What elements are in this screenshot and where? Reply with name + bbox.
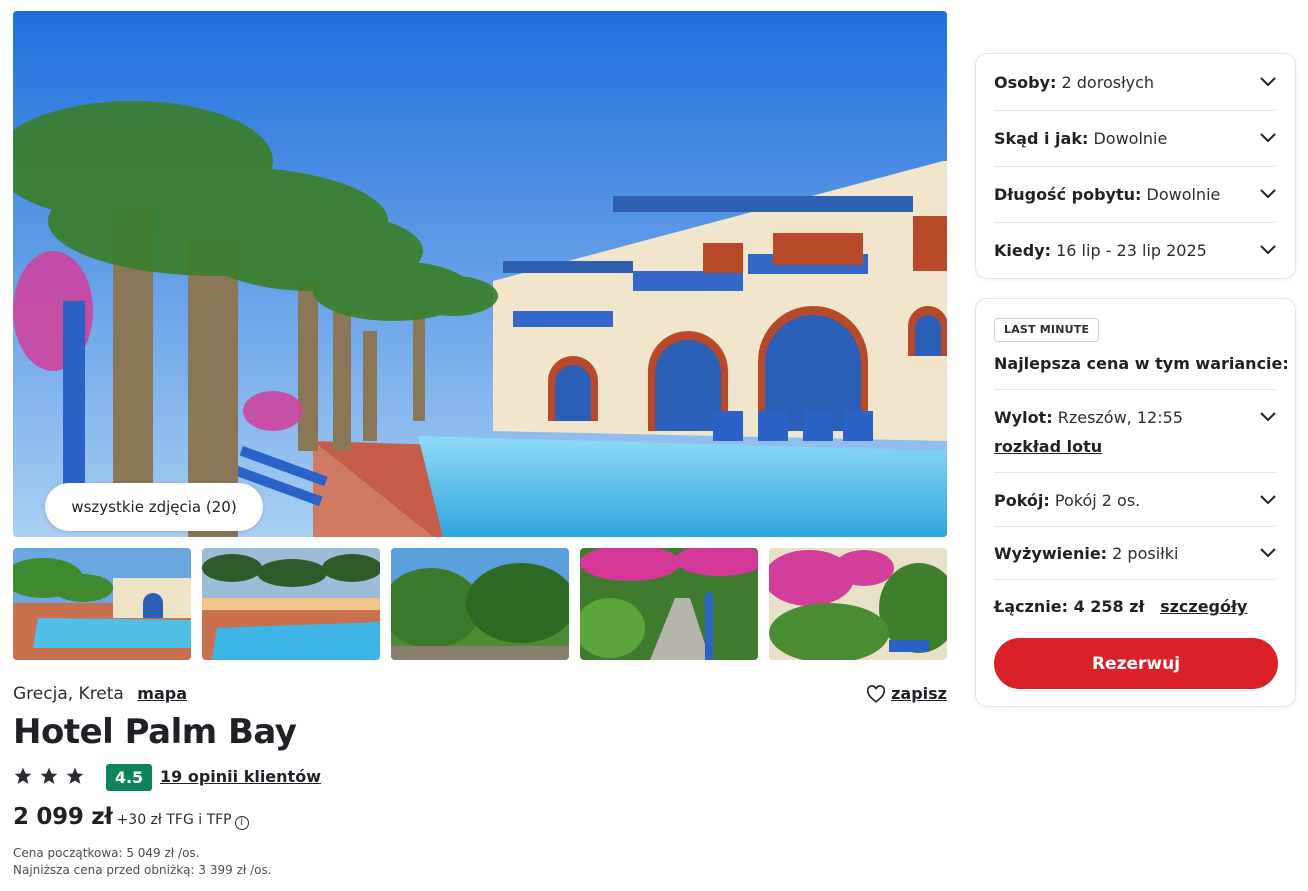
chevron-down-icon [1260,548,1276,558]
price-row: 2 099 zł +30 zł TFG i TFP i [13,804,249,830]
filter-label: Kiedy: [994,240,1052,260]
filter-value: 16 lip - 23 lip 2025 [1056,240,1207,260]
room-selector[interactable]: Pokój: Pokój 2 os. [994,488,1277,512]
price-extra-fees: +30 zł TFG i TFP i [117,812,249,830]
room-value: Pokój 2 os. [1054,490,1141,510]
flight-value: Rzeszów, 12:55 [1057,407,1183,427]
location-text: Grecja, Kreta [13,684,124,704]
filter-value: Dowolnie [1093,128,1168,148]
board-selector[interactable]: Wyżywienie: 2 posiłki [994,541,1277,565]
chevron-down-icon [1260,77,1276,87]
flight-selector[interactable]: Wylot: Rzeszów, 12:55 [994,405,1277,429]
price-lowest-note: Najniższa cena przed obniżką: 3 399 zł /… [13,863,272,877]
chevron-down-icon [1260,133,1276,143]
thumbnail-strip [13,548,947,660]
divider [994,166,1277,167]
offer-panel: LAST MINUTE Najlepsza cena w tym warianc… [975,298,1296,707]
flight-label: Wylot: [994,407,1053,427]
chevron-down-icon [1260,412,1276,422]
heart-icon [867,684,886,703]
room-label: Pokój: [994,490,1050,510]
save-label: zapisz [891,684,947,703]
save-button[interactable]: zapisz [866,684,947,703]
rating-badge: 4.5 [106,764,152,791]
filter-dates[interactable]: Kiedy: 16 lip - 23 lip 2025 [994,238,1277,262]
filter-duration[interactable]: Długość pobytu: Dowolnie [994,182,1277,206]
hotel-pool-image [13,11,947,537]
chevron-down-icon [1260,495,1276,505]
price-extra-text: +30 zł TFG i TFP [116,812,232,828]
thumbnail-flowers-image [769,548,947,660]
thumbnail-3[interactable] [391,548,569,660]
thumbnail-5[interactable] [769,548,947,660]
star-icon [14,767,32,784]
divider [994,110,1277,111]
total-price-text: Łącznie: 4 258 zł [994,597,1145,616]
board-value: 2 posiłki [1112,543,1179,563]
divider [994,526,1277,527]
board-label: Wyżywienie: [994,543,1108,563]
divider [994,222,1277,223]
thumbnail-garden-image [391,548,569,660]
thumbnail-pergola-image [580,548,758,660]
filter-value: Dowolnie [1146,184,1221,204]
main-photo[interactable]: wszystkie zdjęcia (20) [13,11,947,537]
price-start-note: Cena początkowa: 5 049 zł /os. [13,846,200,860]
thumbnail-pool-image [13,548,191,660]
last-minute-badge: LAST MINUTE [994,318,1100,342]
filter-label: Długość pobytu: [994,184,1142,204]
chevron-down-icon [1260,245,1276,255]
hotel-name: Hotel Palm Bay [13,712,297,752]
total-price: Łącznie: 4 258 zł szczegóły [994,597,1247,616]
filter-label: Skąd i jak: [994,128,1089,148]
details-link[interactable]: szczegóły [1160,597,1247,616]
map-link[interactable]: mapa [137,684,187,703]
thumbnail-sunset-pool-image [202,548,380,660]
divider [994,389,1277,390]
hotel-stars [13,766,85,786]
price-per-person: 2 099 zł [13,804,113,830]
filter-persons[interactable]: Osoby: 2 dorosłych [994,70,1277,94]
flight-schedule-link[interactable]: rozkład lotu [994,437,1102,456]
hotel-location: Grecja, Kreta mapa [13,684,187,704]
reserve-button[interactable]: Rezerwuj [994,638,1278,689]
divider [994,579,1277,580]
info-icon[interactable]: i [234,816,249,830]
chevron-down-icon [1260,189,1276,199]
filter-label: Osoby: [994,72,1057,92]
thumbnail-1[interactable] [13,548,191,660]
filter-departure[interactable]: Skąd i jak: Dowolnie [994,126,1277,150]
divider [994,472,1277,473]
star-icon [66,767,84,784]
reviews-link[interactable]: 19 opinii klientów [160,767,321,786]
search-filters-panel: Osoby: 2 dorosłych Skąd i jak: Dowolnie … [975,53,1296,279]
thumbnail-2[interactable] [202,548,380,660]
star-icon [40,767,58,784]
best-price-heading: Najlepsza cena w tym wariancie: [994,354,1289,373]
thumbnail-4[interactable] [580,548,758,660]
filter-value: 2 dorosłych [1061,72,1155,92]
all-photos-button[interactable]: wszystkie zdjęcia (20) [45,483,263,531]
